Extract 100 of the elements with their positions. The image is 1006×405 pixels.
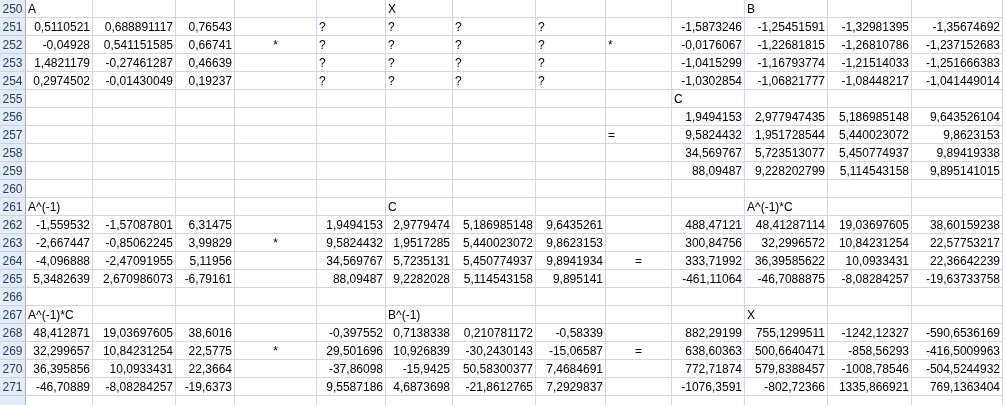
spreadsheet-cell[interactable]: -1242,12327 (828, 324, 912, 342)
empty-cell[interactable] (386, 126, 453, 144)
spreadsheet-cell[interactable]: X (386, 0, 453, 18)
spreadsheet-cell[interactable]: 5,3482639 (26, 270, 93, 288)
empty-cell[interactable] (317, 108, 386, 126)
spreadsheet-cell[interactable]: 5,723513077 (745, 144, 828, 162)
empty-cell[interactable] (912, 0, 1003, 18)
spreadsheet-cell[interactable]: 10,926839 (386, 342, 453, 360)
spreadsheet-cell[interactable]: 9,6435261 (536, 216, 606, 234)
empty-cell[interactable] (606, 54, 672, 72)
empty-cell[interactable] (235, 198, 317, 216)
spreadsheet-cell[interactable]: ? (386, 54, 453, 72)
empty-cell[interactable] (93, 162, 176, 180)
empty-cell[interactable] (912, 198, 1003, 216)
spreadsheet-cell[interactable]: -1,32981395 (828, 18, 912, 36)
empty-cell[interactable] (176, 306, 235, 324)
empty-cell[interactable] (235, 72, 317, 90)
row-header[interactable]: 270 (0, 360, 26, 378)
row-header[interactable]: 261 (0, 198, 26, 216)
empty-cell[interactable] (235, 126, 317, 144)
empty-cell[interactable] (235, 162, 317, 180)
empty-cell[interactable] (317, 90, 386, 108)
spreadsheet-cell[interactable]: 36,395856 (26, 360, 93, 378)
spreadsheet-cell[interactable]: 9,5587186 (317, 378, 386, 396)
empty-cell[interactable] (453, 126, 536, 144)
spreadsheet-cell[interactable]: -2,667447 (26, 234, 93, 252)
spreadsheet-cell[interactable]: -0,27461287 (93, 54, 176, 72)
spreadsheet-cell[interactable]: 9,89419338 (912, 144, 1003, 162)
spreadsheet-cell[interactable]: 19,03697605 (93, 324, 176, 342)
empty-cell[interactable] (317, 180, 386, 198)
spreadsheet-cell[interactable]: = (606, 252, 672, 270)
empty-cell[interactable] (386, 108, 453, 126)
empty-cell[interactable] (93, 144, 176, 162)
empty-cell[interactable] (828, 306, 912, 324)
empty-cell[interactable] (453, 108, 536, 126)
empty-cell[interactable] (606, 378, 672, 396)
empty-cell[interactable] (828, 0, 912, 18)
row-header[interactable]: 268 (0, 324, 26, 342)
spreadsheet-cell[interactable]: 3,99829 (176, 234, 235, 252)
empty-cell[interactable] (606, 90, 672, 108)
spreadsheet-cell[interactable]: 9,8623153 (912, 126, 1003, 144)
empty-cell[interactable] (606, 198, 672, 216)
spreadsheet-cell[interactable]: -1,16793774 (745, 54, 828, 72)
spreadsheet-cell[interactable]: -1,0302854 (672, 72, 745, 90)
spreadsheet-cell[interactable]: C (386, 198, 453, 216)
spreadsheet-cell[interactable]: -461,11064 (672, 270, 745, 288)
spreadsheet-cell[interactable]: ? (536, 36, 606, 54)
spreadsheet-cell[interactable]: * (235, 342, 317, 360)
row-header[interactable]: 255 (0, 90, 26, 108)
spreadsheet-cell[interactable]: -15,9425 (386, 360, 453, 378)
empty-cell[interactable] (828, 180, 912, 198)
spreadsheet-cell[interactable]: ? (317, 36, 386, 54)
spreadsheet-cell[interactable]: 333,71992 (672, 252, 745, 270)
empty-cell[interactable] (536, 126, 606, 144)
spreadsheet-cell[interactable]: -19,6373 (176, 378, 235, 396)
spreadsheet-cell[interactable]: 0,210781172 (453, 324, 536, 342)
spreadsheet-cell[interactable]: 1,9494153 (317, 216, 386, 234)
spreadsheet-cell[interactable]: 32,299657 (26, 342, 93, 360)
empty-cell[interactable] (235, 270, 317, 288)
empty-cell[interactable] (235, 360, 317, 378)
empty-cell[interactable] (536, 306, 606, 324)
spreadsheet-cell[interactable]: -1,237152683 (912, 36, 1003, 54)
empty-cell[interactable] (235, 54, 317, 72)
spreadsheet-cell[interactable]: 0,688891117 (93, 18, 176, 36)
spreadsheet-cell[interactable]: -802,72366 (745, 378, 828, 396)
empty-cell[interactable] (317, 126, 386, 144)
empty-cell[interactable] (386, 288, 453, 306)
empty-cell[interactable] (912, 180, 1003, 198)
row-header[interactable]: 252 (0, 36, 26, 54)
spreadsheet-cell[interactable]: -0,04928 (26, 36, 93, 54)
empty-cell[interactable] (606, 306, 672, 324)
empty-cell[interactable] (536, 90, 606, 108)
empty-cell[interactable] (235, 0, 317, 18)
spreadsheet-cell[interactable]: -2,47091955 (93, 252, 176, 270)
spreadsheet-cell[interactable]: -4,096888 (26, 252, 93, 270)
empty-cell[interactable] (93, 90, 176, 108)
spreadsheet-cell[interactable]: -1,22681815 (745, 36, 828, 54)
spreadsheet-cell[interactable]: -858,56293 (828, 342, 912, 360)
spreadsheet-cell[interactable]: 5,7235131 (386, 252, 453, 270)
spreadsheet-cell[interactable]: 1,4821179 (26, 54, 93, 72)
empty-cell[interactable] (606, 108, 672, 126)
spreadsheet-cell[interactable]: C (672, 90, 745, 108)
spreadsheet-cell[interactable]: 0,2974502 (26, 72, 93, 90)
spreadsheet-cell[interactable]: -6,79161 (176, 270, 235, 288)
empty-cell[interactable] (536, 198, 606, 216)
empty-cell[interactable] (235, 306, 317, 324)
spreadsheet-cell[interactable]: 9,5824432 (672, 126, 745, 144)
empty-cell[interactable] (745, 288, 828, 306)
spreadsheet-cell[interactable]: 34,569767 (672, 144, 745, 162)
spreadsheet-cell[interactable]: 4,6873698 (386, 378, 453, 396)
empty-cell[interactable] (536, 108, 606, 126)
spreadsheet-cell[interactable]: -0,58339 (536, 324, 606, 342)
empty-cell[interactable] (606, 0, 672, 18)
spreadsheet-cell[interactable]: -8,08284257 (93, 378, 176, 396)
empty-cell[interactable] (235, 90, 317, 108)
empty-cell[interactable] (93, 0, 176, 18)
empty-cell[interactable] (317, 288, 386, 306)
spreadsheet-cell[interactable]: * (235, 36, 317, 54)
spreadsheet-cell[interactable]: 2,977947435 (745, 108, 828, 126)
spreadsheet-cell[interactable]: ? (317, 18, 386, 36)
